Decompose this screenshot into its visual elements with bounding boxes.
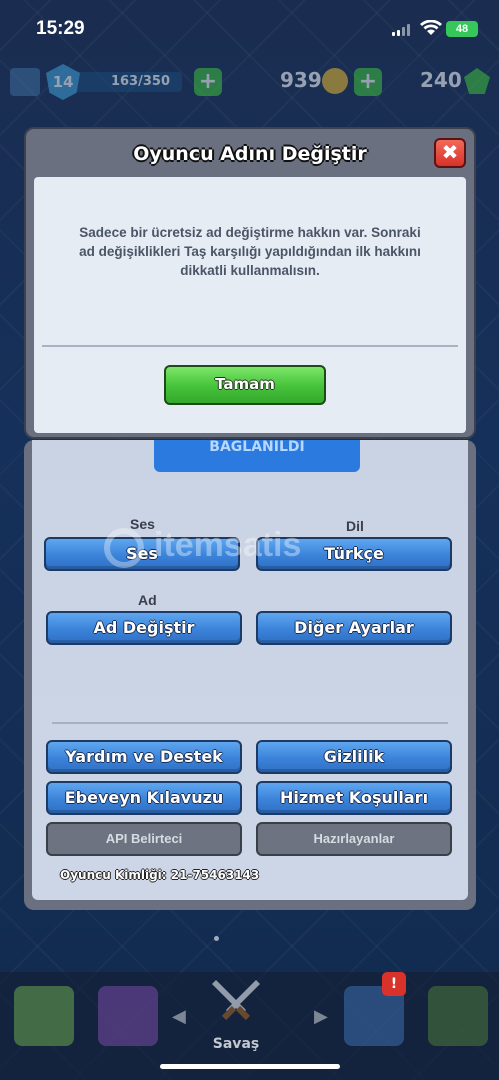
gold-coin-icon	[322, 68, 348, 94]
shop-tab-icon[interactable]	[14, 986, 74, 1046]
change-name-dialog: Oyuncu Adını Değiştir ✖ Sadece bir ücret…	[24, 127, 476, 439]
nav-left-arrow-icon[interactable]: ◀	[172, 1006, 186, 1027]
gem-icon	[464, 68, 490, 94]
change-name-button[interactable]: Ad Değiştir	[46, 611, 242, 645]
dialog-body: Sadece bir ücretsiz ad değiştirme hakkın…	[34, 177, 466, 433]
page-dot	[214, 936, 219, 941]
connected-button[interactable]: BAĞLANILDI	[154, 440, 360, 472]
player-id: Oyuncu Kimliği: 21-75463143	[60, 868, 260, 882]
watermark: itemsatis	[154, 526, 302, 564]
settings-body: BAĞLANILDI Ses Dil Ses Türkçe Ad Ad Deği…	[32, 440, 468, 900]
xp-bar: 163/350	[72, 72, 182, 92]
parents-guide-button[interactable]: Ebeveyn Kılavuzu	[46, 781, 242, 815]
dialog-title: Oyuncu Adını Değiştir	[133, 143, 367, 165]
home-indicator	[160, 1064, 340, 1069]
gold-amount: 939	[280, 68, 322, 92]
resource-bar: 163/350 14 + 939 + 240	[0, 64, 499, 100]
gold-plus-button[interactable]: +	[354, 68, 382, 96]
nav-right-arrow-icon[interactable]: ▶	[314, 1006, 328, 1027]
help-support-button[interactable]: Yardım ve Destek	[46, 740, 242, 774]
dialog-divider	[42, 345, 458, 347]
wifi-icon	[420, 20, 442, 35]
banner-icon[interactable]	[10, 68, 40, 96]
privacy-button[interactable]: Gizlilik	[256, 740, 452, 774]
settings-divider	[52, 722, 448, 724]
shop-plus-button[interactable]: +	[194, 68, 222, 96]
credits-button[interactable]: Hazırlayanlar	[256, 822, 452, 856]
battle-tab-label: Savaş	[212, 1036, 260, 1052]
settings-panel: BAĞLANILDI Ses Dil Ses Türkçe Ad Ad Deği…	[24, 440, 476, 910]
battle-tab-icon[interactable]	[206, 972, 266, 1032]
dialog-message: Sadece bir ücretsiz ad değiştirme hakkın…	[79, 225, 421, 278]
other-settings-button[interactable]: Diğer Ayarlar	[256, 611, 452, 645]
clock: 15:29	[36, 18, 85, 39]
name-section-label: Ad	[138, 592, 157, 608]
terms-of-service-button[interactable]: Hizmet Koşulları	[256, 781, 452, 815]
cellular-signal-icon	[392, 24, 412, 36]
cards-tab-icon[interactable]	[98, 986, 158, 1046]
close-button[interactable]: ✖	[434, 138, 466, 168]
battery-indicator: 48	[446, 21, 478, 37]
language-section-label: Dil	[346, 518, 364, 534]
watermark-logo-icon	[104, 528, 144, 568]
gem-amount: 240	[420, 68, 462, 92]
status-bar: 15:29 48	[0, 0, 499, 60]
clan-notification-badge: !	[382, 972, 406, 996]
level-badge: 14	[46, 64, 80, 100]
events-tab-icon[interactable]	[428, 986, 488, 1046]
api-token-button[interactable]: API Belirteci	[46, 822, 242, 856]
ok-button[interactable]: Tamam	[164, 365, 326, 405]
